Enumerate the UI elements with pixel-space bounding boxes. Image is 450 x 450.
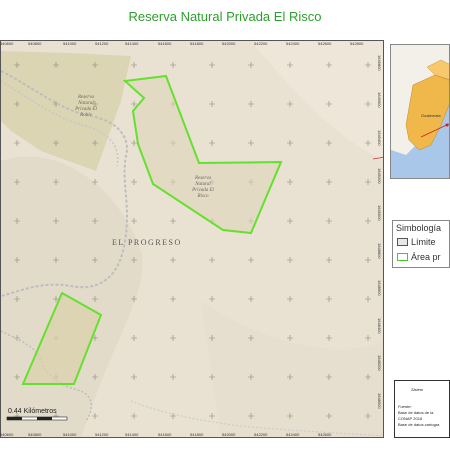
y-tick: 1649800 [377,55,382,71]
y-tick: 1648800 [377,243,382,259]
x-tick: 542800 [350,41,364,46]
x-tick: 540800 [28,41,42,46]
x-tick: 542400 [286,41,300,46]
legend-swatch-boundary [397,238,408,246]
map-canvas [1,41,383,437]
source-line: Base de datos cartogra [398,422,440,427]
x-tick: 541800 [190,41,204,46]
x-tick: 541800 [190,432,204,437]
x-tick: 542200 [254,41,268,46]
legend-label: Área pr [411,252,441,262]
map-title: Reserva Natural Privada El Risco [128,9,322,24]
legend: Simbología Límite Área pr [392,220,450,268]
x-tick: 540600 [0,432,14,437]
x-tick: 542000 [222,41,236,46]
x-tick: 541200 [95,41,109,46]
label-line: Roble [80,113,92,118]
main-map[interactable] [0,40,384,438]
y-tick: 1648600 [377,280,382,296]
inset-label: Guatemala [421,113,441,118]
x-tick: 541200 [95,432,109,437]
y-tick: 1648400 [377,318,382,334]
y-tick: 1649400 [377,130,382,146]
legend-item: Área pr [397,251,441,263]
legend-label: Límite [411,237,436,247]
x-tick: 542600 [318,41,332,46]
x-tick: 540600 [0,41,14,46]
legend-swatch-protected [397,253,408,261]
x-tick: 541000 [63,432,77,437]
y-tick: 1648200 [377,355,382,371]
inset-canvas [391,45,449,155]
region-label: EL PROGRESO [112,238,182,247]
x-tick: 541000 [63,41,77,46]
y-tick: 1648000 [377,393,382,409]
y-tick: 1649200 [377,168,382,184]
y-tick: 1649000 [377,205,382,221]
reserve-el-roble-label: Reserva Natural Privada El Roble [66,95,106,119]
label-line: Risco [197,194,209,199]
source-line: Base de datos de la [398,410,434,415]
legend-item: Límite [397,236,436,248]
x-tick: 542600 [318,432,332,437]
legend-title: Simbología [396,223,442,233]
inset-location-marker [445,123,449,127]
source-heading: Sistem [411,387,424,392]
source-line: CONAP 2016 [398,416,423,421]
x-tick: 542200 [254,432,268,437]
reserve-el-risco-label: Reserva Natural Privada El Risco [183,176,223,200]
y-tick: 1649600 [377,92,382,108]
x-tick: 542400 [286,432,300,437]
source-label: Fuente: [398,404,412,409]
x-tick: 541400 [125,432,139,437]
scale-label: 0.44 Kilómetros [8,408,57,415]
x-tick: 542000 [222,432,236,437]
x-tick: 541400 [125,41,139,46]
x-tick: 541600 [158,41,172,46]
inset-map[interactable]: Guatemala [390,44,450,179]
source-panel: Sistem Fuente: Base de datos de la CONAP… [394,380,450,438]
x-tick: 541600 [158,432,172,437]
x-tick: 540800 [28,432,42,437]
